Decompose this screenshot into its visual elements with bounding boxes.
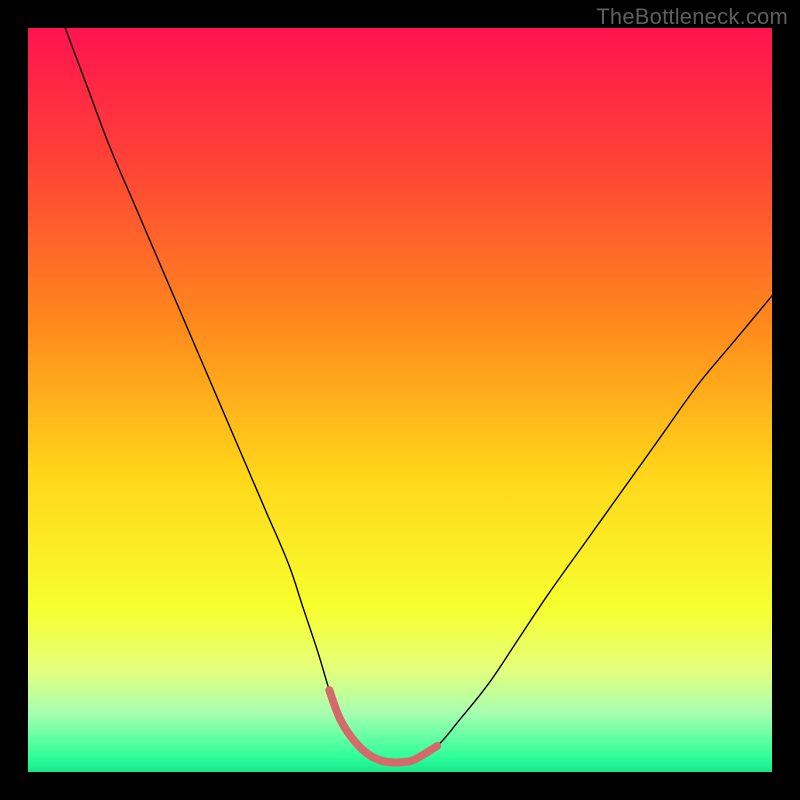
chart-background	[28, 28, 772, 772]
chart-plot	[28, 28, 772, 772]
watermark-label: TheBottleneck.com	[596, 4, 788, 30]
chart-frame: TheBottleneck.com	[0, 0, 800, 800]
chart-svg	[28, 28, 772, 772]
